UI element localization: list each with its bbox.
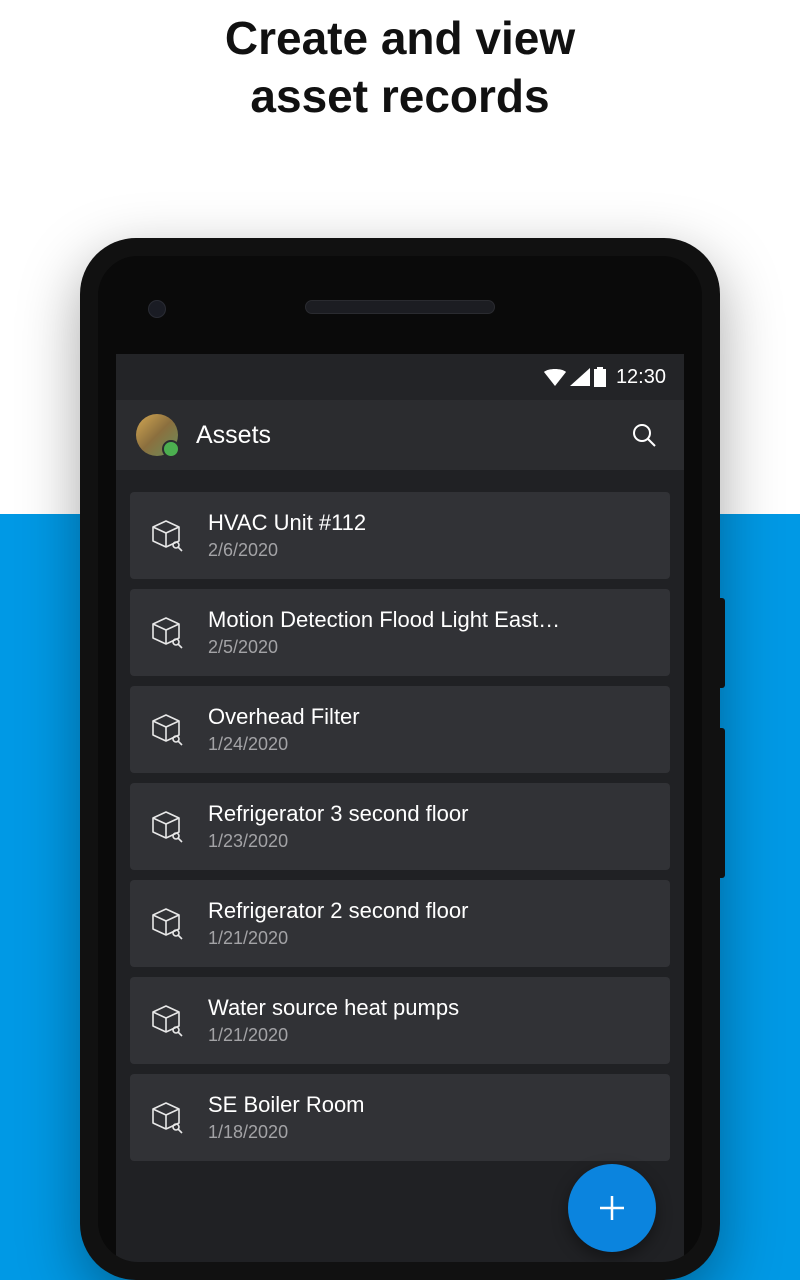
asset-title: Refrigerator 2 second floor — [208, 898, 650, 924]
asset-date: 2/5/2020 — [208, 637, 650, 658]
asset-box-icon — [148, 905, 186, 943]
wifi-icon — [544, 368, 566, 386]
asset-list: HVAC Unit #112 2/6/2020 Motion Detection… — [116, 470, 684, 1161]
asset-box-icon — [148, 1099, 186, 1137]
asset-date: 1/24/2020 — [208, 734, 650, 755]
asset-card[interactable]: Motion Detection Flood Light East… 2/5/2… — [130, 589, 670, 676]
phone-bezel: 12:30 Assets HVAC Un — [98, 256, 702, 1262]
page-title: Assets — [196, 421, 606, 450]
marketing-headline: Create and view asset records — [0, 10, 800, 125]
headline-line2: asset records — [250, 70, 549, 122]
asset-date: 1/21/2020 — [208, 1025, 650, 1046]
status-bar: 12:30 — [116, 354, 684, 400]
app-screen: 12:30 Assets HVAC Un — [116, 354, 684, 1262]
asset-card[interactable]: Refrigerator 2 second floor 1/21/2020 — [130, 880, 670, 967]
app-header: Assets — [116, 400, 684, 470]
phone-side-button — [720, 728, 725, 878]
asset-box-icon — [148, 808, 186, 846]
asset-title: Water source heat pumps — [208, 995, 650, 1021]
asset-date: 1/21/2020 — [208, 928, 650, 949]
cell-signal-icon — [570, 368, 590, 386]
asset-title: Refrigerator 3 second floor — [208, 801, 650, 827]
asset-card[interactable]: Refrigerator 3 second floor 1/23/2020 — [130, 783, 670, 870]
phone-top-bezel — [98, 256, 702, 354]
search-icon — [630, 421, 658, 449]
asset-date: 1/23/2020 — [208, 831, 650, 852]
asset-card[interactable]: Overhead Filter 1/24/2020 — [130, 686, 670, 773]
asset-card[interactable]: SE Boiler Room 1/18/2020 — [130, 1074, 670, 1161]
asset-date: 1/18/2020 — [208, 1122, 650, 1143]
battery-icon — [594, 367, 606, 387]
search-button[interactable] — [624, 415, 664, 455]
asset-box-icon — [148, 517, 186, 555]
asset-title: SE Boiler Room — [208, 1092, 650, 1118]
asset-title: HVAC Unit #112 — [208, 510, 650, 536]
asset-title: Overhead Filter — [208, 704, 650, 730]
avatar[interactable] — [136, 414, 178, 456]
status-time: 12:30 — [616, 366, 666, 389]
asset-box-icon — [148, 614, 186, 652]
phone-side-button — [720, 598, 725, 688]
asset-card[interactable]: Water source heat pumps 1/21/2020 — [130, 977, 670, 1064]
asset-title: Motion Detection Flood Light East… — [208, 607, 650, 633]
add-button[interactable] — [568, 1164, 656, 1252]
speaker-grille — [305, 300, 495, 314]
asset-box-icon — [148, 1002, 186, 1040]
asset-card[interactable]: HVAC Unit #112 2/6/2020 — [130, 492, 670, 579]
plus-icon — [592, 1188, 632, 1228]
asset-box-icon — [148, 711, 186, 749]
asset-date: 2/6/2020 — [208, 540, 650, 561]
phone-frame: 12:30 Assets HVAC Un — [80, 238, 720, 1280]
camera-dot — [148, 300, 166, 318]
headline-line1: Create and view — [225, 12, 575, 64]
